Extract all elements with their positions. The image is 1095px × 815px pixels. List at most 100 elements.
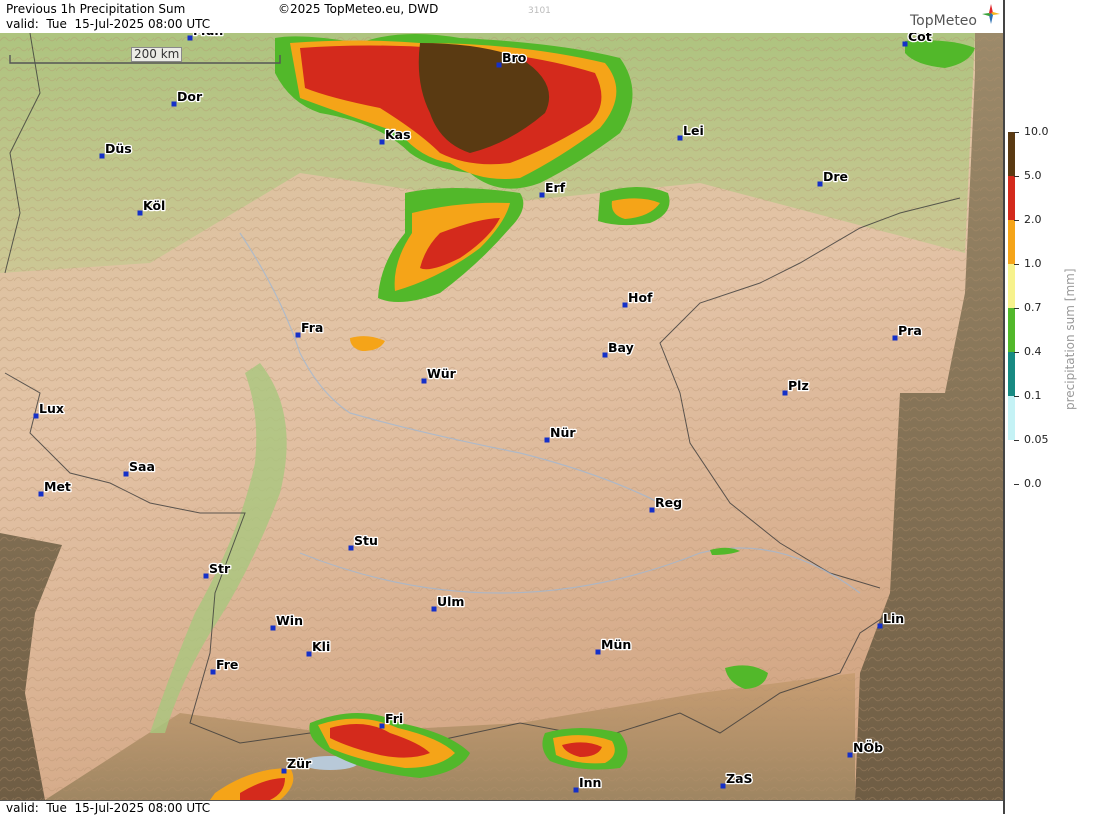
city-label: Reg — [655, 495, 682, 510]
city-marker-icon — [281, 768, 287, 774]
legend-tick — [1014, 396, 1019, 397]
city-label: Kli — [312, 639, 330, 654]
legend-swatch — [1008, 396, 1015, 440]
legend-swatch — [1008, 132, 1015, 176]
city-marker-icon — [203, 573, 209, 579]
city-marker-icon — [306, 651, 312, 657]
city-marker-icon — [99, 153, 105, 159]
city-düs: Düs — [99, 140, 133, 159]
city-label: Pra — [898, 323, 922, 338]
city-marker-icon — [677, 135, 683, 141]
legend-label: 0.05 — [1024, 433, 1049, 446]
city-lux: Lux — [33, 400, 65, 419]
city-saa: Saa — [123, 458, 156, 477]
city-ulm: Ulm — [431, 593, 466, 612]
city-marker-icon — [782, 390, 788, 396]
city-reg: Reg — [649, 494, 683, 513]
city-label: Kas — [385, 127, 411, 142]
city-marker-icon — [544, 437, 550, 443]
legend-color-bar — [1008, 132, 1015, 440]
city-dre: Dre — [817, 168, 849, 187]
city-dor: Dor — [171, 88, 204, 107]
city-marker-icon — [902, 41, 908, 47]
city-label: Bro — [502, 50, 527, 65]
city-nöb: NÖb — [847, 739, 884, 758]
city-kas: Kas — [379, 126, 412, 145]
city-zür: Zür — [281, 755, 313, 774]
city-label: Nür — [550, 425, 576, 440]
city-label: Ulm — [437, 594, 464, 609]
city-marker-icon — [496, 62, 502, 68]
city-marker-icon — [649, 507, 655, 513]
legend-label: 0.4 — [1024, 345, 1042, 358]
city-label: Düs — [105, 141, 132, 156]
legend — [1003, 0, 1095, 814]
legend-tick — [1014, 132, 1019, 133]
city-win: Win — [270, 612, 304, 631]
legend-tick — [1014, 220, 1019, 221]
legend-tick — [1014, 352, 1019, 353]
city-label: Wür — [427, 366, 457, 381]
city-marker-icon — [210, 669, 216, 675]
city-bay: Bay — [602, 339, 635, 358]
logo-text: TopMeteo — [910, 13, 977, 29]
city-marker-icon — [379, 139, 385, 145]
legend-swatch — [1008, 352, 1015, 396]
city-marker-icon — [892, 335, 898, 341]
city-wür: Wür — [421, 365, 458, 384]
legend-tick — [1014, 440, 1019, 441]
city-label: Hof — [628, 290, 653, 305]
compass-logo-icon — [982, 4, 1000, 24]
city-label: Dre — [823, 169, 848, 184]
city-marker-icon — [187, 35, 193, 41]
city-label: Plz — [788, 378, 809, 393]
city-label: Bay — [608, 340, 634, 355]
city-marker-icon — [421, 378, 427, 384]
legend-swatch — [1008, 308, 1015, 352]
city-marker-icon — [348, 545, 354, 551]
copyright: ©2025 TopMeteo.eu, DWD — [278, 2, 439, 16]
city-marker-icon — [595, 649, 601, 655]
city-marker-icon — [171, 101, 177, 107]
city-label: Str — [209, 561, 231, 576]
precipitation-map[interactable]: Mün Bro Cot Dor Kas Lei Düs Dre Erf Köl Hof Fra Pra B… — [0, 33, 1003, 800]
city-label: Zür — [287, 756, 312, 771]
city-marker-icon — [817, 181, 823, 187]
legend-label: 5.0 — [1024, 169, 1042, 182]
city-met: Met — [38, 478, 72, 497]
city-label: Fre — [216, 657, 238, 672]
city-label: NÖb — [853, 740, 883, 755]
city-marker-icon — [38, 491, 44, 497]
city-marker-icon — [622, 302, 628, 308]
city-nür: Nür — [544, 424, 578, 443]
city-label: Inn — [579, 775, 601, 790]
city-marker-icon — [33, 413, 39, 419]
city-bro: Bro — [496, 49, 528, 68]
map-canvas: Mün Bro Cot Dor Kas Lei Düs Dre Erf Köl Hof Fra Pra B… — [0, 33, 1003, 800]
city-label: Köl — [143, 198, 165, 213]
city-marker-icon — [270, 625, 276, 631]
legend-swatch — [1008, 176, 1015, 220]
legend-label: 1.0 — [1024, 257, 1042, 270]
city-label: Met — [44, 479, 71, 494]
city-marker-icon — [602, 352, 608, 358]
city-marker-icon — [877, 623, 883, 629]
legend-tick — [1014, 308, 1019, 309]
city-label: Win — [276, 613, 303, 628]
city-marker-icon — [539, 192, 545, 198]
city-marker-icon — [573, 787, 579, 793]
footer: valid: Tue 15-Jul-2025 08:00 UTC — [0, 800, 1003, 815]
legend-label: 2.0 — [1024, 213, 1042, 226]
city-label: Fra — [301, 320, 323, 335]
city-marker-icon — [123, 471, 129, 477]
legend-label: 0.1 — [1024, 389, 1042, 402]
scale-bar-label: 200 km — [131, 47, 183, 62]
city-label: Dor — [177, 89, 203, 104]
city-hof: Hof — [622, 289, 654, 308]
city-mün: Mün — [595, 636, 633, 655]
city-marker-icon — [137, 210, 143, 216]
city-label: Cot — [908, 33, 932, 44]
legend-tick — [1014, 176, 1019, 177]
city-marker-icon — [295, 332, 301, 338]
city-label: Mün — [601, 637, 631, 652]
